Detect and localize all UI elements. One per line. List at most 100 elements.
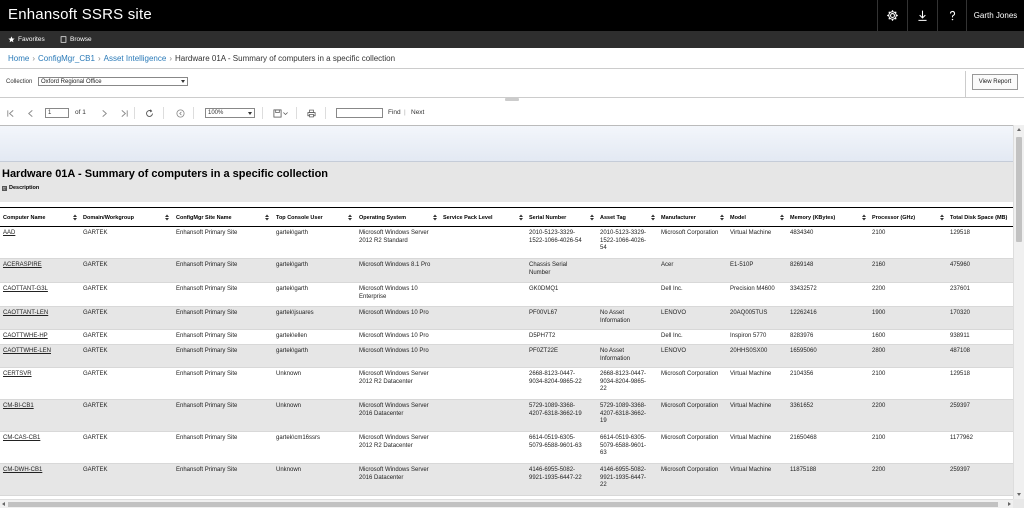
- horizontal-scroll-thumb[interactable]: [8, 502, 998, 507]
- table-cell: Virtual Machine: [730, 467, 772, 473]
- column-header[interactable]: Computer Name: [3, 211, 81, 224]
- previous-page-button[interactable]: [25, 108, 35, 118]
- column-header[interactable]: ConfigMgr Site Name: [176, 211, 273, 224]
- computer-name-link[interactable]: CERTSVR: [3, 371, 73, 379]
- user-menu[interactable]: Garth Jones: [966, 0, 1024, 31]
- column-header[interactable]: Asset Tag: [600, 211, 659, 224]
- sort-icon[interactable]: [862, 214, 866, 221]
- sort-icon[interactable]: [433, 214, 437, 221]
- table-cell: 938911: [950, 333, 970, 339]
- favorites-link[interactable]: Favorites: [8, 31, 45, 48]
- table-cell: 475960: [950, 262, 971, 268]
- chevron-down-icon: [283, 111, 288, 115]
- printer-icon: [306, 109, 316, 117]
- table-cell: 2010-5123-3329-1522-1066-4026-54: [529, 230, 582, 244]
- computer-name-link[interactable]: ACERASPIRE: [3, 262, 73, 270]
- column-header-label: Memory (KBytes): [790, 214, 836, 221]
- collection-select[interactable]: Oxford Regional Office: [38, 77, 188, 86]
- find-separator: |: [404, 109, 406, 116]
- table-cell: GARTEK: [83, 286, 108, 292]
- gear-icon: [887, 10, 898, 21]
- export-button[interactable]: [270, 108, 292, 118]
- sort-icon[interactable]: [519, 214, 523, 221]
- column-header[interactable]: Domain/Workgroup: [83, 211, 173, 224]
- table-cell: 2200: [872, 467, 886, 473]
- app-title[interactable]: Enhansoft SSRS site: [8, 6, 152, 23]
- column-header-label: Computer Name: [3, 214, 46, 221]
- column-header-label: Total Disk Space (MB): [950, 214, 1008, 221]
- horizontal-scrollbar[interactable]: [0, 499, 1013, 508]
- scroll-down-icon[interactable]: [1017, 493, 1021, 496]
- column-header[interactable]: Model: [730, 211, 788, 224]
- sort-icon[interactable]: [720, 214, 724, 221]
- breadcrumb-asset-intelligence[interactable]: Asset Intelligence: [104, 54, 167, 63]
- table-cell: 2104356: [790, 371, 814, 377]
- computer-name-link[interactable]: CAOTTWHE-LEN: [3, 348, 73, 356]
- breadcrumb-configmgr[interactable]: ConfigMgr_CB1: [38, 54, 95, 63]
- scroll-up-icon[interactable]: [1017, 128, 1021, 131]
- table-cell: 8269148: [790, 262, 814, 268]
- table-cell: GARTEK: [83, 333, 108, 339]
- table-row: CERTSVR GARTEK Enhansoft Primary Site Unkno…: [0, 368, 1013, 400]
- refresh-button[interactable]: [144, 108, 154, 118]
- sort-icon[interactable]: [590, 214, 594, 221]
- sort-icon[interactable]: [165, 214, 169, 221]
- column-header[interactable]: Memory (KBytes): [790, 211, 870, 224]
- sort-icon[interactable]: [348, 214, 352, 221]
- find-next-link[interactable]: Next: [411, 109, 424, 116]
- computer-name-link[interactable]: CAOTTANT-LEN: [3, 310, 73, 318]
- column-header[interactable]: Operating System: [359, 211, 441, 224]
- vertical-scrollbar[interactable]: [1013, 125, 1024, 499]
- find-input[interactable]: [336, 108, 383, 118]
- sort-icon[interactable]: [780, 214, 784, 221]
- column-header[interactable]: Manufacturer: [661, 211, 728, 224]
- column-header-label: Manufacturer: [661, 214, 696, 221]
- description-toggle[interactable]: ⊟ Description: [2, 185, 39, 191]
- table-cell: Enhansoft Primary Site: [176, 467, 238, 473]
- computer-name-link[interactable]: CM-BI-CB1: [3, 403, 73, 411]
- column-header-label: Serial Number: [529, 214, 567, 221]
- first-page-button[interactable]: [5, 108, 15, 118]
- help-button[interactable]: [937, 0, 967, 31]
- parameters-splitter-handle[interactable]: [505, 98, 519, 101]
- computer-name-link[interactable]: CM-CAS-CB1: [3, 435, 73, 443]
- vertical-scroll-thumb[interactable]: [1016, 137, 1022, 242]
- table-cell: GARTEK: [83, 262, 108, 268]
- computer-name-link[interactable]: CM-DWH-CB1: [3, 467, 73, 475]
- toolbar-divider: [193, 107, 194, 119]
- table-row: CM-DWH-CB1 GARTEK Enhansoft Primary Site Un…: [0, 464, 1013, 496]
- scroll-right-icon[interactable]: [1008, 502, 1011, 506]
- column-header[interactable]: Serial Number: [529, 211, 598, 224]
- column-header[interactable]: Processor (GHz): [872, 211, 948, 224]
- table-cell: 21650468: [790, 435, 817, 441]
- scroll-left-icon[interactable]: [2, 502, 5, 506]
- table-cell: gartek\ellen: [276, 333, 308, 339]
- sort-icon[interactable]: [73, 214, 77, 221]
- table-cell: 2100: [872, 435, 886, 441]
- column-header[interactable]: Top Console User: [276, 211, 356, 224]
- table-cell: Microsoft Corporation: [661, 371, 719, 377]
- download-button[interactable]: [907, 0, 937, 31]
- computer-name-link[interactable]: AAD: [3, 230, 73, 238]
- sort-icon[interactable]: [940, 214, 944, 221]
- browse-link[interactable]: Browse: [60, 31, 92, 48]
- view-report-button[interactable]: View Report: [972, 74, 1018, 90]
- table-row: CM-CAS-CB1 GARTEK Enhansoft Primary Site ga…: [0, 432, 1013, 464]
- favorites-bar: Favorites Browse: [0, 31, 1024, 48]
- computer-name-link[interactable]: CAOTTANT-G3L: [3, 286, 73, 294]
- find-link[interactable]: Find: [388, 109, 401, 116]
- sort-icon[interactable]: [265, 214, 269, 221]
- next-page-button[interactable]: [99, 108, 109, 118]
- print-button[interactable]: [306, 108, 316, 118]
- computer-name-link[interactable]: CAOTTWHE-HP: [3, 333, 73, 341]
- page-number-input[interactable]: 1: [45, 108, 69, 118]
- back-button[interactable]: [175, 108, 185, 118]
- column-header[interactable]: Total Disk Space (MB): [950, 211, 1013, 224]
- column-header[interactable]: Service Pack Level: [443, 211, 527, 224]
- breadcrumb-home[interactable]: Home: [8, 54, 29, 63]
- table-cell: Virtual Machine: [730, 230, 772, 236]
- sort-icon[interactable]: [651, 214, 655, 221]
- last-page-button[interactable]: [119, 108, 129, 118]
- settings-button[interactable]: [877, 0, 907, 31]
- zoom-select[interactable]: 100%: [205, 108, 255, 118]
